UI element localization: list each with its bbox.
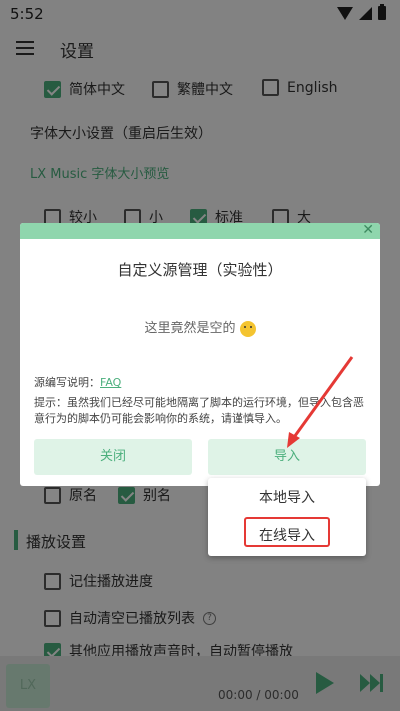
import-menu: 本地导入 在线导入	[208, 478, 366, 556]
source-doc-line: 源编写说明：FAQ	[34, 376, 122, 389]
import-button[interactable]: 导入	[208, 439, 366, 475]
faq-link[interactable]: FAQ	[100, 376, 121, 389]
emoji-icon	[239, 320, 256, 337]
security-tip: 提示：虽然我们已经尽可能地隔离了脚本的运行环境，但导入包含恶意行为的脚本仍可能会…	[34, 396, 364, 425]
menu-item-local-import[interactable]: 本地导入	[208, 487, 366, 507]
empty-message: 这里竟然是空的	[20, 317, 380, 337]
dialog-header-bar: ✕	[20, 223, 380, 239]
highlight-box	[244, 517, 330, 547]
settings-page: 5:52 设置 简体中文 繁體中文 English 字体大小设置（重启后生效） …	[0, 0, 400, 711]
close-icon[interactable]: ✕	[362, 223, 374, 238]
custom-source-dialog: ✕ 自定义源管理（实验性） 这里竟然是空的 源编写说明：FAQ 提示：虽然我们已…	[20, 223, 380, 486]
close-button[interactable]: 关闭	[34, 439, 192, 475]
dialog-title: 自定义源管理（实验性）	[117, 261, 283, 279]
